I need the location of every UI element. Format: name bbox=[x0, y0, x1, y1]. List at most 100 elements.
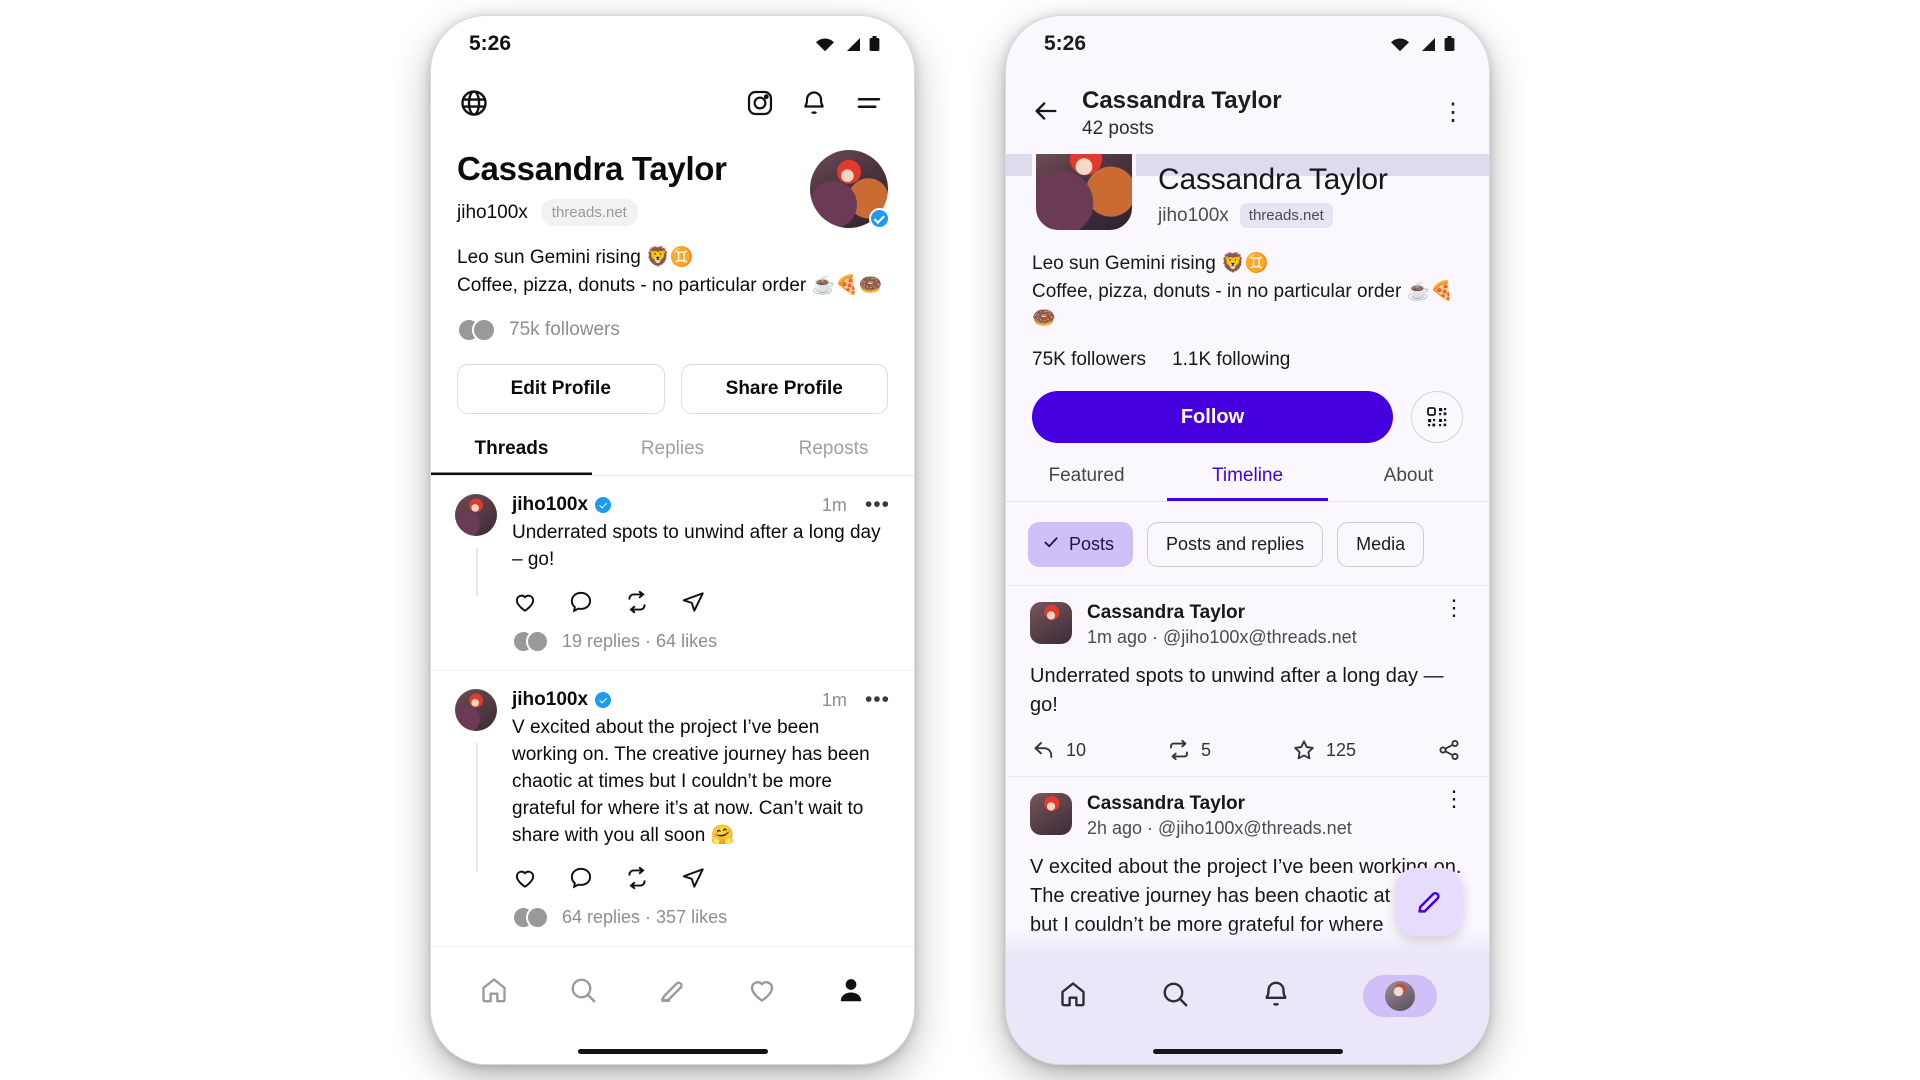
post-counts: 64 replies · 357 likes bbox=[562, 906, 728, 927]
more-horizontal-icon[interactable]: ••• bbox=[865, 494, 890, 514]
profile-bio: Leo sun Gemini rising 🦁♊ Coffee, pizza, … bbox=[1006, 234, 1489, 333]
left-profile-tabs: Threads Replies Reposts bbox=[431, 438, 914, 477]
post-author[interactable]: jiho100x bbox=[512, 494, 588, 516]
chip-posts-and-replies[interactable]: Posts and replies bbox=[1147, 522, 1324, 567]
menu-icon[interactable] bbox=[854, 88, 884, 123]
list-item[interactable]: Cassandra Taylor 1m ago · @jiho100x@thre… bbox=[1006, 585, 1489, 776]
bio-line-2: Coffee, pizza, donuts - no particular or… bbox=[457, 274, 883, 296]
avatar[interactable] bbox=[810, 150, 890, 229]
status-time: 5:26 bbox=[1044, 32, 1087, 55]
star-icon bbox=[1294, 740, 1314, 760]
chip-label: Posts and replies bbox=[1166, 534, 1305, 554]
more-vertical-icon[interactable]: ⋮ bbox=[1443, 787, 1465, 809]
search-icon[interactable] bbox=[1160, 979, 1190, 1014]
post-meta[interactable]: 64 replies · 357 likes bbox=[512, 891, 890, 946]
edit-profile-button[interactable]: Edit Profile bbox=[457, 364, 665, 415]
following-count[interactable]: 1.1K following bbox=[1172, 349, 1290, 371]
list-item[interactable]: jiho100x 1m ••• V excited about the proj… bbox=[431, 671, 914, 946]
post-meta[interactable]: 19 replies · 64 likes bbox=[512, 615, 890, 670]
post-actions bbox=[512, 589, 890, 615]
more-vertical-icon[interactable]: ⋮ bbox=[1441, 101, 1465, 125]
send-icon[interactable] bbox=[680, 865, 706, 891]
more-vertical-icon[interactable]: ⋮ bbox=[1443, 596, 1465, 618]
post-count: 42 posts bbox=[1082, 117, 1154, 139]
chip-posts[interactable]: Posts bbox=[1028, 522, 1134, 567]
post-author[interactable]: Cassandra Taylor bbox=[1087, 602, 1357, 624]
followers-row[interactable]: 75k followers bbox=[431, 299, 914, 343]
repost-icon[interactable] bbox=[624, 865, 650, 891]
globe-icon[interactable] bbox=[459, 88, 489, 123]
comment-icon[interactable] bbox=[568, 865, 594, 891]
left-feed: jiho100x 1m ••• Underrated spots to unwi… bbox=[431, 476, 914, 946]
post-author[interactable]: jiho100x bbox=[512, 689, 588, 711]
left-topbar-actions bbox=[746, 88, 884, 123]
avatar[interactable] bbox=[1032, 154, 1136, 235]
more-horizontal-icon[interactable]: ••• bbox=[865, 689, 890, 709]
compose-pencil-icon[interactable] bbox=[1395, 868, 1463, 936]
signal-icon bbox=[847, 37, 860, 51]
repost-icon[interactable] bbox=[624, 589, 650, 615]
home-icon[interactable] bbox=[1058, 979, 1088, 1014]
left-handle-row: jiho100x threads.net bbox=[457, 199, 727, 226]
left-profile-header: Cassandra Taylor jiho100x threads.net bbox=[431, 138, 914, 229]
left-phone-threads-app: 5:26 Cassandra Taylor jiho100x threads.n… bbox=[430, 15, 915, 1065]
home-indicator bbox=[431, 1038, 914, 1064]
tab-threads[interactable]: Threads bbox=[431, 438, 592, 475]
tab-replies[interactable]: Replies bbox=[592, 438, 753, 475]
profile-icon[interactable] bbox=[1363, 975, 1438, 1017]
post-meta: 1m ago · @jiho100x@threads.net bbox=[1087, 627, 1357, 647]
tab-featured[interactable]: Featured bbox=[1006, 465, 1167, 501]
chip-media[interactable]: Media bbox=[1337, 522, 1425, 567]
boost-action[interactable]: 5 bbox=[1167, 738, 1211, 762]
comment-icon[interactable] bbox=[568, 589, 594, 615]
avatar[interactable] bbox=[455, 689, 497, 732]
follow-button[interactable]: Follow bbox=[1032, 391, 1393, 443]
share-action[interactable] bbox=[1437, 738, 1461, 762]
tab-timeline[interactable]: Timeline bbox=[1167, 465, 1328, 501]
tab-reposts[interactable]: Reposts bbox=[753, 438, 914, 475]
favourite-count: 125 bbox=[1325, 739, 1357, 760]
post-actions: 10 5 125 bbox=[1030, 720, 1465, 762]
replier-avatars bbox=[512, 630, 549, 654]
profile-icon[interactable] bbox=[836, 975, 866, 1010]
bell-icon[interactable] bbox=[1261, 979, 1291, 1014]
home-indicator bbox=[1006, 1038, 1489, 1064]
post-name-line: jiho100x 1m ••• bbox=[512, 689, 890, 711]
tab-about[interactable]: About bbox=[1328, 465, 1489, 501]
list-item[interactable]: jiho100x 1m ••• Underrated spots to unwi… bbox=[431, 476, 914, 672]
heart-icon[interactable] bbox=[512, 865, 538, 891]
search-icon[interactable] bbox=[568, 975, 598, 1010]
signal-icon bbox=[1422, 37, 1435, 51]
compose-icon[interactable] bbox=[657, 975, 687, 1010]
bell-icon[interactable] bbox=[800, 89, 828, 122]
post-name-line: jiho100x 1m ••• bbox=[512, 494, 890, 516]
avatar[interactable] bbox=[455, 494, 497, 537]
instagram-icon[interactable] bbox=[746, 89, 774, 122]
right-profile-tabs: Featured Timeline About bbox=[1006, 465, 1489, 502]
home-icon[interactable] bbox=[479, 975, 509, 1010]
domain-chip[interactable]: threads.net bbox=[540, 199, 638, 226]
profile-handle: jiho100x bbox=[457, 201, 528, 223]
qr-code-icon[interactable] bbox=[1411, 391, 1463, 443]
reply-action[interactable]: 10 bbox=[1032, 738, 1086, 762]
avatar[interactable] bbox=[1030, 602, 1072, 644]
bio-line-2: Coffee, pizza, donuts - in no particular… bbox=[1032, 280, 1454, 330]
status-icons bbox=[1390, 36, 1455, 52]
heart-icon[interactable] bbox=[512, 589, 538, 615]
follower-avatars bbox=[457, 318, 496, 343]
avatar[interactable] bbox=[1030, 793, 1072, 835]
followers-count[interactable]: 75K followers bbox=[1032, 349, 1146, 371]
share-profile-button[interactable]: Share Profile bbox=[680, 364, 888, 415]
post-main: jiho100x 1m ••• V excited about the proj… bbox=[512, 689, 890, 946]
thread-connector bbox=[476, 743, 478, 872]
send-icon[interactable] bbox=[680, 589, 706, 615]
favourite-action[interactable]: 125 bbox=[1292, 738, 1356, 762]
back-arrow-icon[interactable] bbox=[1032, 97, 1060, 130]
reply-icon bbox=[1034, 742, 1053, 758]
share-icon bbox=[1439, 739, 1459, 761]
post-author[interactable]: Cassandra Taylor bbox=[1087, 793, 1352, 815]
screenshot-stage: 5:26 Cassandra Taylor jiho100x threads.n… bbox=[0, 0, 1920, 1080]
domain-chip[interactable]: threads.net bbox=[1239, 203, 1333, 229]
battery-icon bbox=[869, 36, 880, 51]
heart-icon[interactable] bbox=[747, 975, 777, 1010]
